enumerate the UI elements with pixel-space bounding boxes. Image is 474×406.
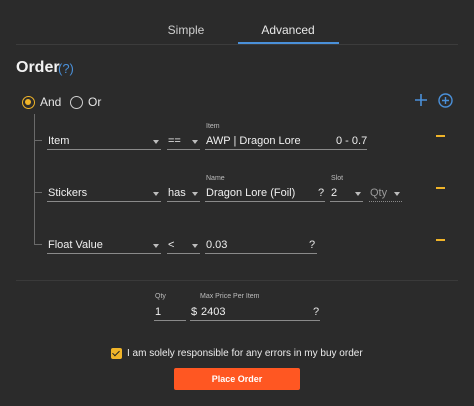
row1-operator-select[interactable]: == [167, 133, 200, 150]
chevron-down-icon [153, 244, 159, 248]
row3-field-select[interactable]: Float Value [47, 237, 161, 254]
price-input[interactable]: $ 2403 ? [190, 304, 320, 321]
row2-slot-label: Slot [331, 175, 344, 182]
row2-operator-select[interactable]: has [167, 185, 200, 202]
tab-simple[interactable]: Simple [150, 23, 222, 37]
radio-or-label: Or [88, 95, 102, 109]
currency-symbol: $ [191, 306, 198, 318]
row2-operator-value: has [168, 187, 186, 199]
row2-qty-select[interactable]: Qty [369, 185, 402, 202]
row1-field-value: Item [48, 135, 70, 147]
chevron-down-icon [192, 140, 198, 144]
row3-float-value: 0.03 [206, 239, 228, 251]
row1-value-label: Item [206, 123, 220, 130]
row1-field-select[interactable]: Item [47, 133, 161, 150]
price-help[interactable]: ? [313, 306, 319, 318]
tree-branch [34, 192, 42, 193]
row3-field-value: Float Value [48, 239, 103, 251]
plus-icon[interactable] [414, 93, 428, 107]
chevron-down-icon [192, 244, 198, 248]
radio-and[interactable]: And [22, 95, 61, 109]
price-value: 2403 [201, 306, 226, 318]
row2-sticker-input[interactable]: Dragon Lore (Foil) ? [205, 185, 325, 202]
radio-or-indicator[interactable] [70, 95, 83, 109]
mode-tabs: Simple Advanced [0, 0, 474, 44]
radio-or[interactable]: Or [70, 95, 101, 109]
row3-float-input[interactable]: 0.03 ? [205, 237, 317, 254]
chevron-down-icon [153, 140, 159, 144]
radio-and-indicator[interactable] [22, 95, 35, 109]
chevron-down-icon [153, 192, 159, 196]
row1-float-range: 0 - 0.7 [336, 135, 368, 147]
chevron-down-icon [192, 192, 198, 196]
order-help-link[interactable]: (?) [58, 61, 74, 76]
tree-branch [34, 244, 42, 245]
row3-operator-value: < [168, 239, 175, 251]
row2-slot-value: 2 [331, 187, 338, 199]
plus-circle-icon[interactable] [438, 93, 453, 108]
row1-item-input[interactable]: AWP | Dragon Lore 0 - 0.7 [205, 133, 367, 150]
qty-value: 1 [155, 306, 162, 318]
condition-tree-line [34, 114, 35, 245]
row2-value-label: Name [206, 175, 225, 182]
row2-sticker-value: Dragon Lore (Foil) [206, 187, 296, 199]
radio-and-label: And [40, 95, 62, 109]
minus-icon[interactable] [436, 239, 445, 241]
row2-field-value: Stickers [48, 187, 88, 199]
row3-operator-select[interactable]: < [167, 237, 200, 254]
tabs-divider [16, 44, 458, 45]
row3-float-help[interactable]: ? [309, 239, 315, 251]
section-divider [16, 280, 458, 281]
buy-order-panel: Simple Advanced Order (?) And Or Item ==… [0, 0, 474, 406]
tab-advanced[interactable]: Advanced [238, 23, 338, 37]
qty-label: Qty [155, 293, 166, 300]
price-label: Max Price Per Item [200, 293, 260, 300]
row2-field-select[interactable]: Stickers [47, 185, 161, 202]
chevron-down-icon [355, 192, 361, 196]
agreement-text: I am solely responsible for any errors i… [127, 348, 363, 359]
row2-slot-select[interactable]: 2 [330, 185, 363, 202]
row1-operator-value: == [168, 135, 181, 147]
chevron-down-icon [394, 192, 400, 196]
agreement-checkbox[interactable] [111, 348, 122, 359]
place-order-button[interactable]: Place Order [174, 368, 300, 390]
row2-qty-placeholder: Qty [370, 187, 388, 199]
minus-icon[interactable] [436, 187, 445, 189]
row1-item-value: AWP | Dragon Lore [206, 135, 301, 147]
qty-input[interactable]: 1 [154, 304, 186, 321]
order-title: Order [16, 59, 60, 76]
minus-icon[interactable] [436, 135, 445, 137]
row2-sticker-help[interactable]: ? [318, 187, 324, 199]
tree-branch [34, 140, 42, 141]
